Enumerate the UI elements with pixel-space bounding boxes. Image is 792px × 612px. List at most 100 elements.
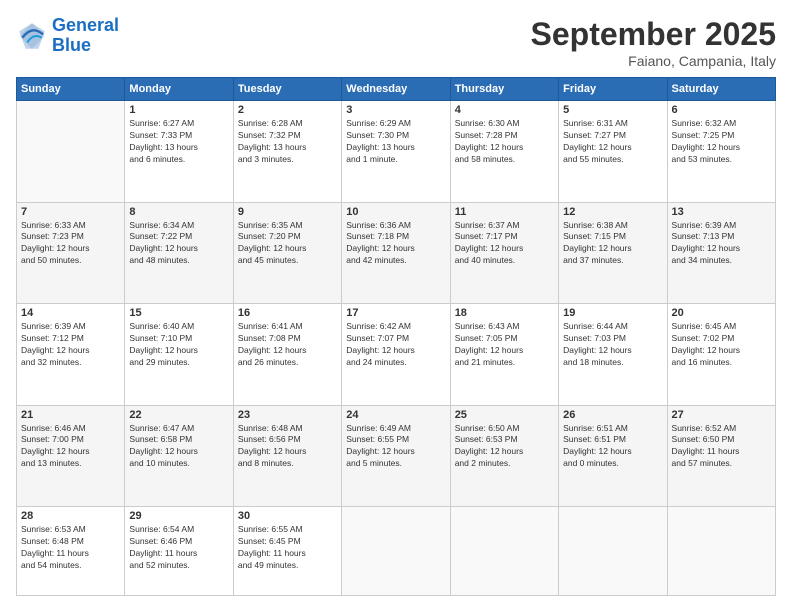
- day-info: Sunrise: 6:47 AM Sunset: 6:58 PM Dayligh…: [129, 423, 228, 471]
- day-cell: 4 Sunrise: 6:30 AM Sunset: 7:28 PM Daylig…: [450, 101, 558, 203]
- day-number: 30: [238, 510, 337, 522]
- col-friday: Friday: [559, 78, 667, 101]
- day-number: 10: [346, 206, 445, 218]
- day-info: Sunrise: 6:31 AM Sunset: 7:27 PM Dayligh…: [563, 118, 662, 166]
- day-cell: [450, 507, 558, 596]
- day-cell: 9Sunrise: 6:35 AM Sunset: 7:20 PM Daylig…: [233, 202, 341, 304]
- col-sunday: Sunday: [17, 78, 125, 101]
- day-info: Sunrise: 6:52 AM Sunset: 6:50 PM Dayligh…: [672, 423, 771, 471]
- day-info: Sunrise: 6:32 AM Sunset: 7:25 PM Dayligh…: [672, 118, 771, 166]
- day-number: 29: [129, 510, 228, 522]
- col-wednesday: Wednesday: [342, 78, 450, 101]
- day-info: Sunrise: 6:39 AM Sunset: 7:12 PM Dayligh…: [21, 321, 120, 369]
- week-row-4: 21Sunrise: 6:46 AM Sunset: 7:00 PM Dayli…: [17, 405, 776, 507]
- day-cell: 24 Sunrise: 6:49 AM Sunset: 6:55 PM Dayli…: [342, 405, 450, 507]
- day-info: Sunrise: 6:27 AM Sunset: 7:33 PM Dayligh…: [129, 118, 228, 166]
- day-info: Sunrise: 6:29 AM Sunset: 7:30 PM Dayligh…: [346, 118, 445, 166]
- logo: General Blue: [16, 16, 119, 56]
- calendar-table: Sunday Monday Tuesday Wednesday Thursday…: [16, 77, 776, 596]
- page: General Blue September 2025 Faiano, Camp…: [0, 0, 792, 612]
- day-cell: 1 Sunrise: 6:27 AM Sunset: 7:33 PM Daylig…: [125, 101, 233, 203]
- day-number: 13: [672, 206, 771, 218]
- day-cell: 19Sunrise: 6:44 AM Sunset: 7:03 PM Dayli…: [559, 304, 667, 406]
- day-number: 15: [129, 307, 228, 319]
- month-title: September 2025: [531, 16, 776, 53]
- day-cell: 16 Sunrise: 6:41 AM Sunset: 7:08 PM Dayli…: [233, 304, 341, 406]
- header-row: Sunday Monday Tuesday Wednesday Thursday…: [17, 78, 776, 101]
- day-number: 2: [238, 104, 337, 116]
- day-info: Sunrise: 6:55 AM Sunset: 6:45 PM Dayligh…: [238, 524, 337, 572]
- day-cell: 8 Sunrise: 6:34 AM Sunset: 7:22 PM Daylig…: [125, 202, 233, 304]
- day-cell: 27 Sunrise: 6:52 AM Sunset: 6:50 PM Dayli…: [667, 405, 775, 507]
- day-number: 22: [129, 409, 228, 421]
- day-cell: [342, 507, 450, 596]
- day-cell: 3 Sunrise: 6:29 AM Sunset: 7:30 PM Daylig…: [342, 101, 450, 203]
- day-cell: 25 Sunrise: 6:50 AM Sunset: 6:53 PM Dayli…: [450, 405, 558, 507]
- day-cell: 11 Sunrise: 6:37 AM Sunset: 7:17 PM Dayli…: [450, 202, 558, 304]
- day-cell: [17, 101, 125, 203]
- day-info: Sunrise: 6:38 AM Sunset: 7:15 PM Dayligh…: [563, 220, 662, 268]
- day-info: Sunrise: 6:51 AM Sunset: 6:51 PM Dayligh…: [563, 423, 662, 471]
- day-info: Sunrise: 6:42 AM Sunset: 7:07 PM Dayligh…: [346, 321, 445, 369]
- day-cell: 28Sunrise: 6:53 AM Sunset: 6:48 PM Dayli…: [17, 507, 125, 596]
- logo-text: General Blue: [52, 16, 119, 56]
- logo-blue: Blue: [52, 35, 91, 55]
- day-number: 24: [346, 409, 445, 421]
- day-cell: 26 Sunrise: 6:51 AM Sunset: 6:51 PM Dayli…: [559, 405, 667, 507]
- day-info: Sunrise: 6:44 AM Sunset: 7:03 PM Dayligh…: [563, 321, 662, 369]
- day-info: Sunrise: 6:30 AM Sunset: 7:28 PM Dayligh…: [455, 118, 554, 166]
- day-cell: 5 Sunrise: 6:31 AM Sunset: 7:27 PM Daylig…: [559, 101, 667, 203]
- day-info: Sunrise: 6:49 AM Sunset: 6:55 PM Dayligh…: [346, 423, 445, 471]
- day-info: Sunrise: 6:35 AM Sunset: 7:20 PM Dayligh…: [238, 220, 337, 268]
- day-info: Sunrise: 6:40 AM Sunset: 7:10 PM Dayligh…: [129, 321, 228, 369]
- day-cell: [667, 507, 775, 596]
- day-number: 11: [455, 206, 554, 218]
- day-info: Sunrise: 6:36 AM Sunset: 7:18 PM Dayligh…: [346, 220, 445, 268]
- location-subtitle: Faiano, Campania, Italy: [531, 53, 776, 69]
- day-info: Sunrise: 6:33 AM Sunset: 7:23 PM Dayligh…: [21, 220, 120, 268]
- day-cell: 14 Sunrise: 6:39 AM Sunset: 7:12 PM Dayli…: [17, 304, 125, 406]
- day-number: 8: [129, 206, 228, 218]
- day-cell: [559, 507, 667, 596]
- day-info: Sunrise: 6:53 AM Sunset: 6:48 PM Dayligh…: [21, 524, 120, 572]
- title-block: September 2025 Faiano, Campania, Italy: [531, 16, 776, 69]
- day-number: 1: [129, 104, 228, 116]
- day-number: 17: [346, 307, 445, 319]
- day-info: Sunrise: 6:37 AM Sunset: 7:17 PM Dayligh…: [455, 220, 554, 268]
- day-cell: 22 Sunrise: 6:47 AM Sunset: 6:58 PM Dayli…: [125, 405, 233, 507]
- day-info: Sunrise: 6:41 AM Sunset: 7:08 PM Dayligh…: [238, 321, 337, 369]
- day-cell: 29Sunrise: 6:54 AM Sunset: 6:46 PM Dayli…: [125, 507, 233, 596]
- day-number: 25: [455, 409, 554, 421]
- day-cell: 21Sunrise: 6:46 AM Sunset: 7:00 PM Dayli…: [17, 405, 125, 507]
- day-cell: 7 Sunrise: 6:33 AM Sunset: 7:23 PM Daylig…: [17, 202, 125, 304]
- day-cell: 10 Sunrise: 6:36 AM Sunset: 7:18 PM Dayli…: [342, 202, 450, 304]
- day-number: 20: [672, 307, 771, 319]
- day-number: 12: [563, 206, 662, 218]
- day-cell: 18 Sunrise: 6:43 AM Sunset: 7:05 PM Dayli…: [450, 304, 558, 406]
- day-number: 16: [238, 307, 337, 319]
- day-number: 3: [346, 104, 445, 116]
- day-cell: 30 Sunrise: 6:55 AM Sunset: 6:45 PM Dayli…: [233, 507, 341, 596]
- day-cell: 23 Sunrise: 6:48 AM Sunset: 6:56 PM Dayli…: [233, 405, 341, 507]
- day-cell: 13 Sunrise: 6:39 AM Sunset: 7:13 PM Dayli…: [667, 202, 775, 304]
- day-number: 23: [238, 409, 337, 421]
- day-number: 27: [672, 409, 771, 421]
- day-number: 26: [563, 409, 662, 421]
- day-number: 5: [563, 104, 662, 116]
- day-number: 4: [455, 104, 554, 116]
- day-cell: 20 Sunrise: 6:45 AM Sunset: 7:02 PM Dayli…: [667, 304, 775, 406]
- logo-icon: [16, 20, 48, 52]
- day-info: Sunrise: 6:48 AM Sunset: 6:56 PM Dayligh…: [238, 423, 337, 471]
- day-number: 14: [21, 307, 120, 319]
- day-info: Sunrise: 6:43 AM Sunset: 7:05 PM Dayligh…: [455, 321, 554, 369]
- week-row-5: 28Sunrise: 6:53 AM Sunset: 6:48 PM Dayli…: [17, 507, 776, 596]
- header: General Blue September 2025 Faiano, Camp…: [16, 16, 776, 69]
- week-row-3: 14 Sunrise: 6:39 AM Sunset: 7:12 PM Dayli…: [17, 304, 776, 406]
- day-info: Sunrise: 6:50 AM Sunset: 6:53 PM Dayligh…: [455, 423, 554, 471]
- day-info: Sunrise: 6:45 AM Sunset: 7:02 PM Dayligh…: [672, 321, 771, 369]
- col-saturday: Saturday: [667, 78, 775, 101]
- day-number: 18: [455, 307, 554, 319]
- day-number: 7: [21, 206, 120, 218]
- day-info: Sunrise: 6:34 AM Sunset: 7:22 PM Dayligh…: [129, 220, 228, 268]
- day-info: Sunrise: 6:39 AM Sunset: 7:13 PM Dayligh…: [672, 220, 771, 268]
